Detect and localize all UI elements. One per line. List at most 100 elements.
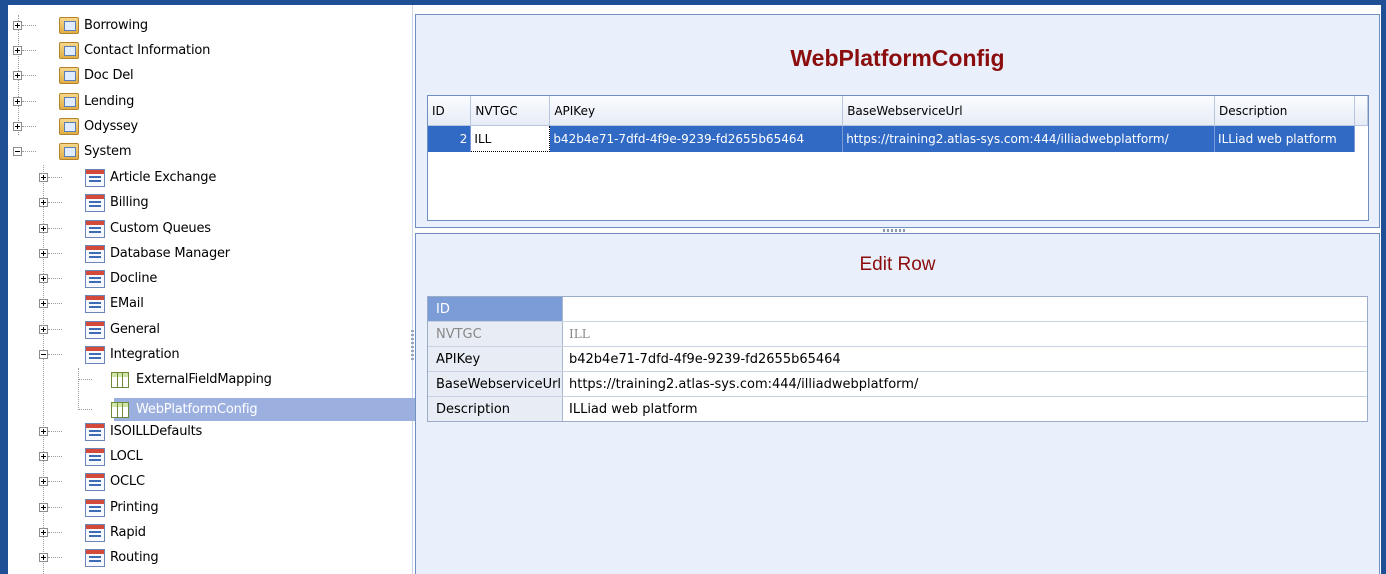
field-value-nvtgc[interactable]: ILL [563,322,1367,346]
column-header-basewebserviceurl[interactable]: BaseWebserviceUrl [842,96,1216,126]
expand-icon[interactable] [13,71,22,80]
expand-icon[interactable] [39,477,48,486]
field-value-description[interactable]: ILLiad web platform [563,397,1367,421]
category-icon [59,118,79,135]
tree-line [78,379,92,380]
settings-table-icon [85,244,105,263]
tree-line [48,507,62,508]
data-grid[interactable]: ID NVTGC APIKey BaseWebserviceUrl Descri… [427,95,1369,221]
vertical-splitter-grip[interactable] [411,330,414,362]
tree-item-label: Integration [110,347,180,362]
expand-icon[interactable] [13,21,22,30]
cell-nvtgc[interactable]: ILL [470,125,551,152]
category-icon [59,93,79,110]
collapse-icon[interactable] [39,350,48,359]
expand-icon[interactable] [39,198,48,207]
horizontal-splitter-grip[interactable] [883,229,907,232]
tree-item-locl[interactable]: LOCL [39,444,145,469]
expand-icon[interactable] [39,553,48,562]
settings-table-icon [85,447,105,466]
column-header-description[interactable]: Description [1214,96,1355,126]
expand-icon[interactable] [39,452,48,461]
tree-item-custom-queues[interactable]: Custom Queues [39,216,213,241]
tree-item-contact-information[interactable]: Contact Information [13,38,212,63]
tree-item-label: Billing [110,195,149,210]
column-header-apikey[interactable]: APIKey [549,96,844,126]
tree-item-docline[interactable]: Docline [39,266,159,291]
tree-item-lending[interactable]: Lending [13,89,136,114]
tree-item-rapid[interactable]: Rapid [39,520,148,545]
expand-icon[interactable] [39,224,48,233]
tree-line [48,354,62,355]
navigation-tree[interactable]: Borrowing Contact Information Doc Del Le… [8,5,417,574]
tree-item-system[interactable]: System [13,139,133,164]
settings-table-icon [85,472,105,491]
tree-item-isoilldefaults[interactable]: ISOILLDefaults [39,419,204,444]
settings-table-icon [85,219,105,238]
cell-description[interactable]: ILLiad web platform [1214,125,1355,152]
expand-icon[interactable] [13,97,22,106]
column-header-id[interactable]: ID [428,96,472,126]
tree-item-billing[interactable]: Billing [39,190,150,215]
field-row-description[interactable]: Description ILLiad web platform [428,397,1367,421]
tree-item-odyssey[interactable]: Odyssey [13,114,140,139]
expand-icon[interactable] [39,427,48,436]
expand-icon[interactable] [39,173,48,182]
tree-line [48,177,62,178]
settings-table-icon [85,422,105,441]
field-row-nvtgc[interactable]: NVTGC ILL [428,322,1367,347]
field-value-id[interactable] [563,297,1367,321]
tree-item-label: Contact Information [84,43,211,58]
edit-row-title: Edit Row [859,254,936,275]
tree-item-externalfieldmapping[interactable]: ExternalFieldMapping [78,367,274,392]
table-row[interactable]: 2 ILL b42b4e71-7dfd-4f9e-9239-fd2655b654… [428,125,1368,152]
cell-id[interactable]: 2 [428,125,472,152]
tree-item-borrowing[interactable]: Borrowing [13,13,150,38]
expand-icon[interactable] [39,274,48,283]
settings-table-icon [85,320,105,339]
tree-line [48,303,62,304]
settings-table-icon [85,548,105,567]
tree-item-general[interactable]: General [39,317,162,342]
tree-item-label: Printing [110,500,159,515]
tree-item-label: EMail [110,296,144,311]
tree-item-database-manager[interactable]: Database Manager [39,241,232,266]
field-row-apikey[interactable]: APIKey b42b4e71-7dfd-4f9e-9239-fd2655b65… [428,347,1367,372]
tree-item-printing[interactable]: Printing [39,495,160,520]
field-value-apikey[interactable]: b42b4e71-7dfd-4f9e-9239-fd2655b65464 [563,347,1367,371]
collapse-icon[interactable] [13,147,22,156]
tree-item-article-exchange[interactable]: Article Exchange [39,165,218,190]
tree-item-label: Doc Del [84,68,134,83]
expand-icon[interactable] [39,528,48,537]
column-header-filler [1354,96,1369,126]
tree-item-integration[interactable]: Integration [39,342,181,367]
table-view-pane: WebPlatformConfig ID NVTGC APIKey BaseWe… [415,14,1380,228]
field-label-nvtgc: NVTGC [428,322,563,346]
tree-item-doc-del[interactable]: Doc Del [13,63,135,88]
tree-line [48,253,62,254]
tree-item-label: Docline [110,271,158,286]
expand-icon[interactable] [39,249,48,258]
tree-item-label: ISOILLDefaults [110,424,203,439]
expand-icon[interactable] [39,299,48,308]
expand-icon[interactable] [13,46,22,55]
settings-table-icon [85,523,105,542]
tree-item-label: LOCL [110,449,143,464]
cell-basewebserviceurl[interactable]: https://training2.atlas-sys.com:444/illi… [842,125,1216,152]
expand-icon[interactable] [39,325,48,334]
tree-item-label: Database Manager [110,246,230,261]
tree-item-oclc[interactable]: OCLC [39,469,147,494]
tree-item-routing[interactable]: Routing [39,545,160,570]
category-icon [59,42,79,59]
field-row-basewebserviceurl[interactable]: BaseWebserviceUrl https://training2.atla… [428,372,1367,397]
tree-item-email[interactable]: EMail [39,291,146,316]
cell-apikey[interactable]: b42b4e71-7dfd-4f9e-9239-fd2655b65464 [549,125,844,152]
expand-icon[interactable] [13,122,22,131]
expand-icon[interactable] [39,503,48,512]
column-header-nvtgc[interactable]: NVTGC [470,96,551,126]
settings-table-icon [85,498,105,517]
edit-row-pane: Edit Row ID NVTGC ILL APIKey b42b4e71-7d… [415,233,1380,574]
field-value-basewebserviceurl[interactable]: https://training2.atlas-sys.com:444/illi… [563,372,1367,396]
tree-item-label: Odyssey [84,119,139,134]
field-row-id[interactable]: ID [428,297,1367,322]
